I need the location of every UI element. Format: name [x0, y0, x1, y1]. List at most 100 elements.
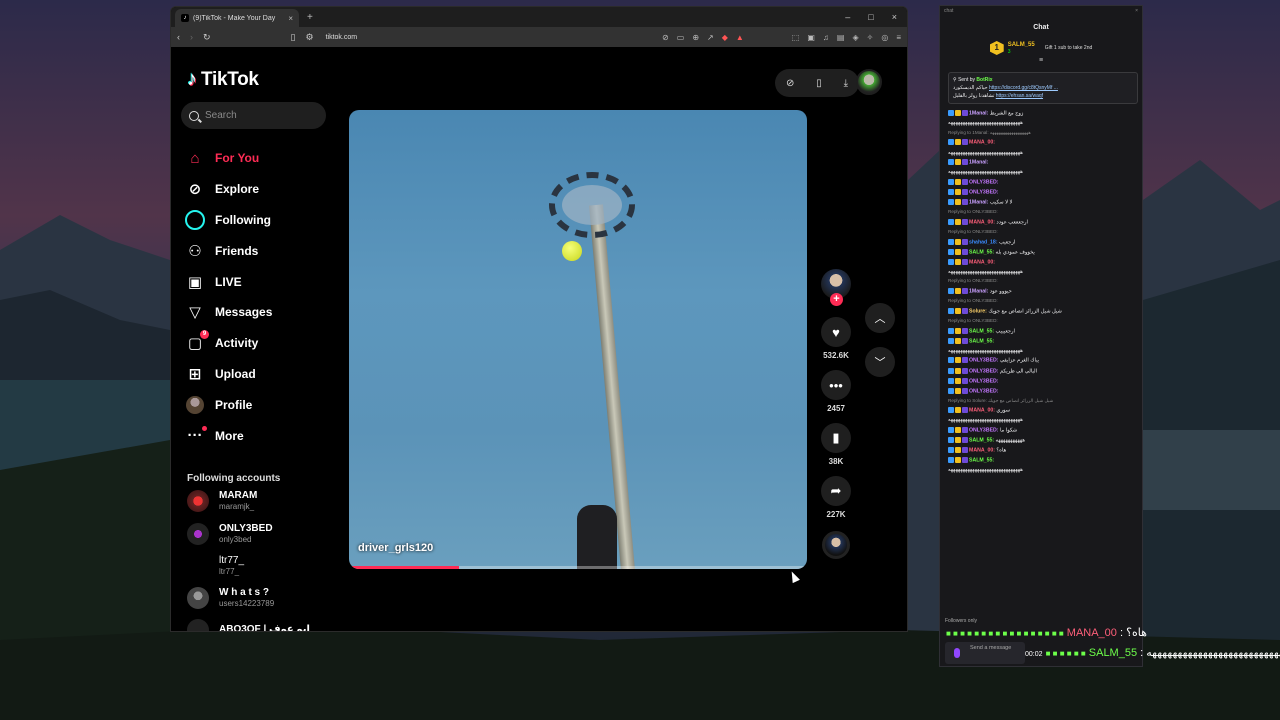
account-item[interactable]: ABO3OF | ابو عوف — [187, 619, 310, 631]
account-item[interactable]: ltr77_ ltr77_ — [187, 555, 244, 577]
tiktok-logo[interactable]: ♪ TikTok — [187, 68, 259, 91]
pinned-link-1[interactable]: https://discord.gg/c8tQsnyMf ... — [989, 85, 1058, 91]
user-avatar[interactable] — [856, 69, 882, 95]
chat-username[interactable]: MANA_00: — [969, 408, 995, 414]
chat-message: ONLY3BED: البالي الي ظريكم — [948, 367, 1136, 374]
nav-activity[interactable]: ▢ 9 Activity — [185, 328, 335, 359]
site-info-icon[interactable]: ⚙ — [306, 32, 314, 43]
creator-avatar[interactable]: + — [821, 269, 851, 306]
chat-username[interactable]: 1Manal: — [969, 160, 988, 166]
chevron-down-icon[interactable]: ﹀ — [865, 347, 895, 377]
video-progress-bar[interactable] — [349, 566, 807, 569]
rewards-icon[interactable]: ▲ — [736, 33, 744, 42]
bookmark-icon[interactable]: ▮ — [821, 423, 851, 453]
sidebar-icon[interactable]: ▣ — [807, 33, 815, 42]
chat-username[interactable]: ONLY3BED: — [969, 378, 999, 384]
nav-friends[interactable]: ⚇ Friends — [185, 235, 335, 266]
search-input[interactable]: Search — [181, 102, 326, 129]
save-action[interactable]: ▮ 38K — [819, 423, 853, 466]
chat-username[interactable]: Solure: — [969, 308, 987, 314]
account-item[interactable]: W h a t s ? users14223789 — [187, 587, 274, 609]
nav-explore[interactable]: ⊘ Explore — [185, 174, 335, 205]
chat-username[interactable]: ONLY3BED: — [969, 368, 999, 374]
comment-icon[interactable]: ••• — [821, 370, 851, 400]
forward-icon[interactable]: › — [190, 32, 193, 42]
account-item[interactable]: ONLY3BED only3bed — [187, 523, 273, 545]
tab-close-icon[interactable]: × — [288, 14, 293, 23]
video-player[interactable]: driver_grls120 — [349, 110, 807, 569]
chat-text: ارجعيييب — [995, 328, 1015, 334]
chat-badge-icon — [948, 258, 954, 265]
nav-profile[interactable]: Profile — [185, 389, 335, 420]
share-icon[interactable]: ➦ — [821, 476, 851, 506]
chat-username[interactable]: ONLY3BED: — [969, 179, 999, 185]
url-field[interactable]: tiktok.com — [326, 34, 358, 41]
compass-icon[interactable]: ⊘ — [786, 78, 794, 89]
share-action[interactable]: ➦ 227K — [819, 476, 853, 519]
chat-message: ههههههههههههههههههههههههههههههه — [948, 417, 1136, 423]
new-tab-button[interactable]: + — [307, 12, 313, 23]
screen-icon[interactable]: ▭ — [677, 33, 685, 42]
chat-username[interactable]: SALM_55: — [969, 338, 994, 344]
tab-title: (9)TikTok - Make Your Day — [193, 14, 276, 22]
chat-username[interactable]: SALM_55: — [969, 328, 994, 334]
brave-shield-icon[interactable]: ◆ — [722, 33, 728, 42]
device-icon[interactable]: ▯ — [816, 78, 822, 89]
chat-username[interactable]: ONLY3BED: — [969, 428, 999, 434]
chat-username[interactable]: MANA_00: — [969, 219, 995, 225]
reload-icon[interactable]: ↻ — [203, 32, 211, 43]
chat-username[interactable]: MANA_00: — [969, 140, 995, 146]
maximize-button[interactable]: □ — [868, 12, 873, 22]
send-message-input[interactable]: Send a message — [945, 642, 1025, 664]
menu-icon[interactable]: ≡ — [896, 33, 901, 42]
chat-username[interactable]: shahad_18: — [969, 239, 998, 245]
comment-action[interactable]: ••• 2457 — [819, 370, 853, 413]
minimize-button[interactable]: – — [845, 12, 850, 22]
follow-plus-icon[interactable]: + — [830, 293, 843, 306]
nav-live[interactable]: ▣ LIVE — [185, 266, 335, 297]
heart-icon[interactable]: ♥ — [821, 317, 851, 347]
nav-label: Explore — [215, 182, 260, 197]
chat-username[interactable]: SALM_55: — [969, 249, 994, 255]
download-icon[interactable]: ⤓ — [844, 78, 848, 89]
wallet-icon[interactable]: ▤ — [837, 33, 845, 42]
chat-username[interactable]: SALM_55: — [969, 438, 994, 444]
nav-upload[interactable]: ⊞ Upload — [185, 359, 335, 390]
chat-username[interactable]: 1Manal: — [969, 199, 988, 205]
chat-message: ههههههههههههههههههههههههههههههه — [948, 269, 1136, 275]
leo-icon[interactable]: ✧ — [867, 33, 874, 42]
leader-subs: 3 — [1007, 49, 1011, 55]
profile-menu-icon[interactable]: ◎ — [881, 33, 888, 42]
chat-username[interactable]: ONLY3BED: — [969, 358, 999, 364]
browser-tab[interactable]: ♪ (9)TikTok - Make Your Day × — [175, 9, 299, 27]
back-icon[interactable]: ‹ — [177, 32, 180, 42]
share-icon[interactable]: ↗ — [707, 33, 714, 42]
zoom-icon[interactable]: ⊕ — [692, 33, 699, 42]
chat-username[interactable]: 1Manal: — [969, 110, 988, 116]
nav-messages[interactable]: ▽ Messages — [185, 297, 335, 328]
sound-avatar[interactable] — [822, 531, 850, 559]
bookmark-icon[interactable]: ▯ — [291, 32, 296, 43]
like-action[interactable]: ♥ 532.6K — [819, 317, 853, 360]
chat-username[interactable]: ONLY3BED: — [969, 388, 999, 394]
close-window-button[interactable]: × — [892, 12, 897, 22]
video-username[interactable]: driver_grls120 — [358, 542, 433, 554]
chat-username[interactable]: MANA_00: — [969, 448, 995, 454]
filter-icon[interactable]: ≡ — [940, 57, 1142, 64]
chat-username[interactable]: 1Manal: — [969, 289, 988, 295]
account-item[interactable]: MARAM maramjk_ — [187, 490, 257, 512]
nav-for-you[interactable]: ⌂ For You — [185, 143, 335, 174]
nav-following[interactable]: Following — [185, 205, 335, 236]
chat-username[interactable]: SALM_55: — [969, 458, 994, 464]
chat-username[interactable]: MANA_00: — [969, 259, 995, 265]
vpn-icon[interactable]: ◈ — [852, 33, 858, 42]
nav-more[interactable]: ··· More — [185, 420, 335, 451]
extensions-icon[interactable]: ⬚ — [792, 33, 800, 42]
chat-close-icon[interactable]: × — [1135, 8, 1138, 14]
pinned-link-2[interactable]: https://ehsan.sa/waqf — [996, 93, 1043, 99]
media-icon[interactable]: ⊘ — [662, 33, 669, 42]
chat-username[interactable]: ONLY3BED: — [969, 189, 999, 195]
avatar — [187, 619, 209, 631]
music-icon[interactable]: ♫ — [823, 33, 829, 42]
chevron-up-icon[interactable]: ︿ — [865, 303, 895, 333]
